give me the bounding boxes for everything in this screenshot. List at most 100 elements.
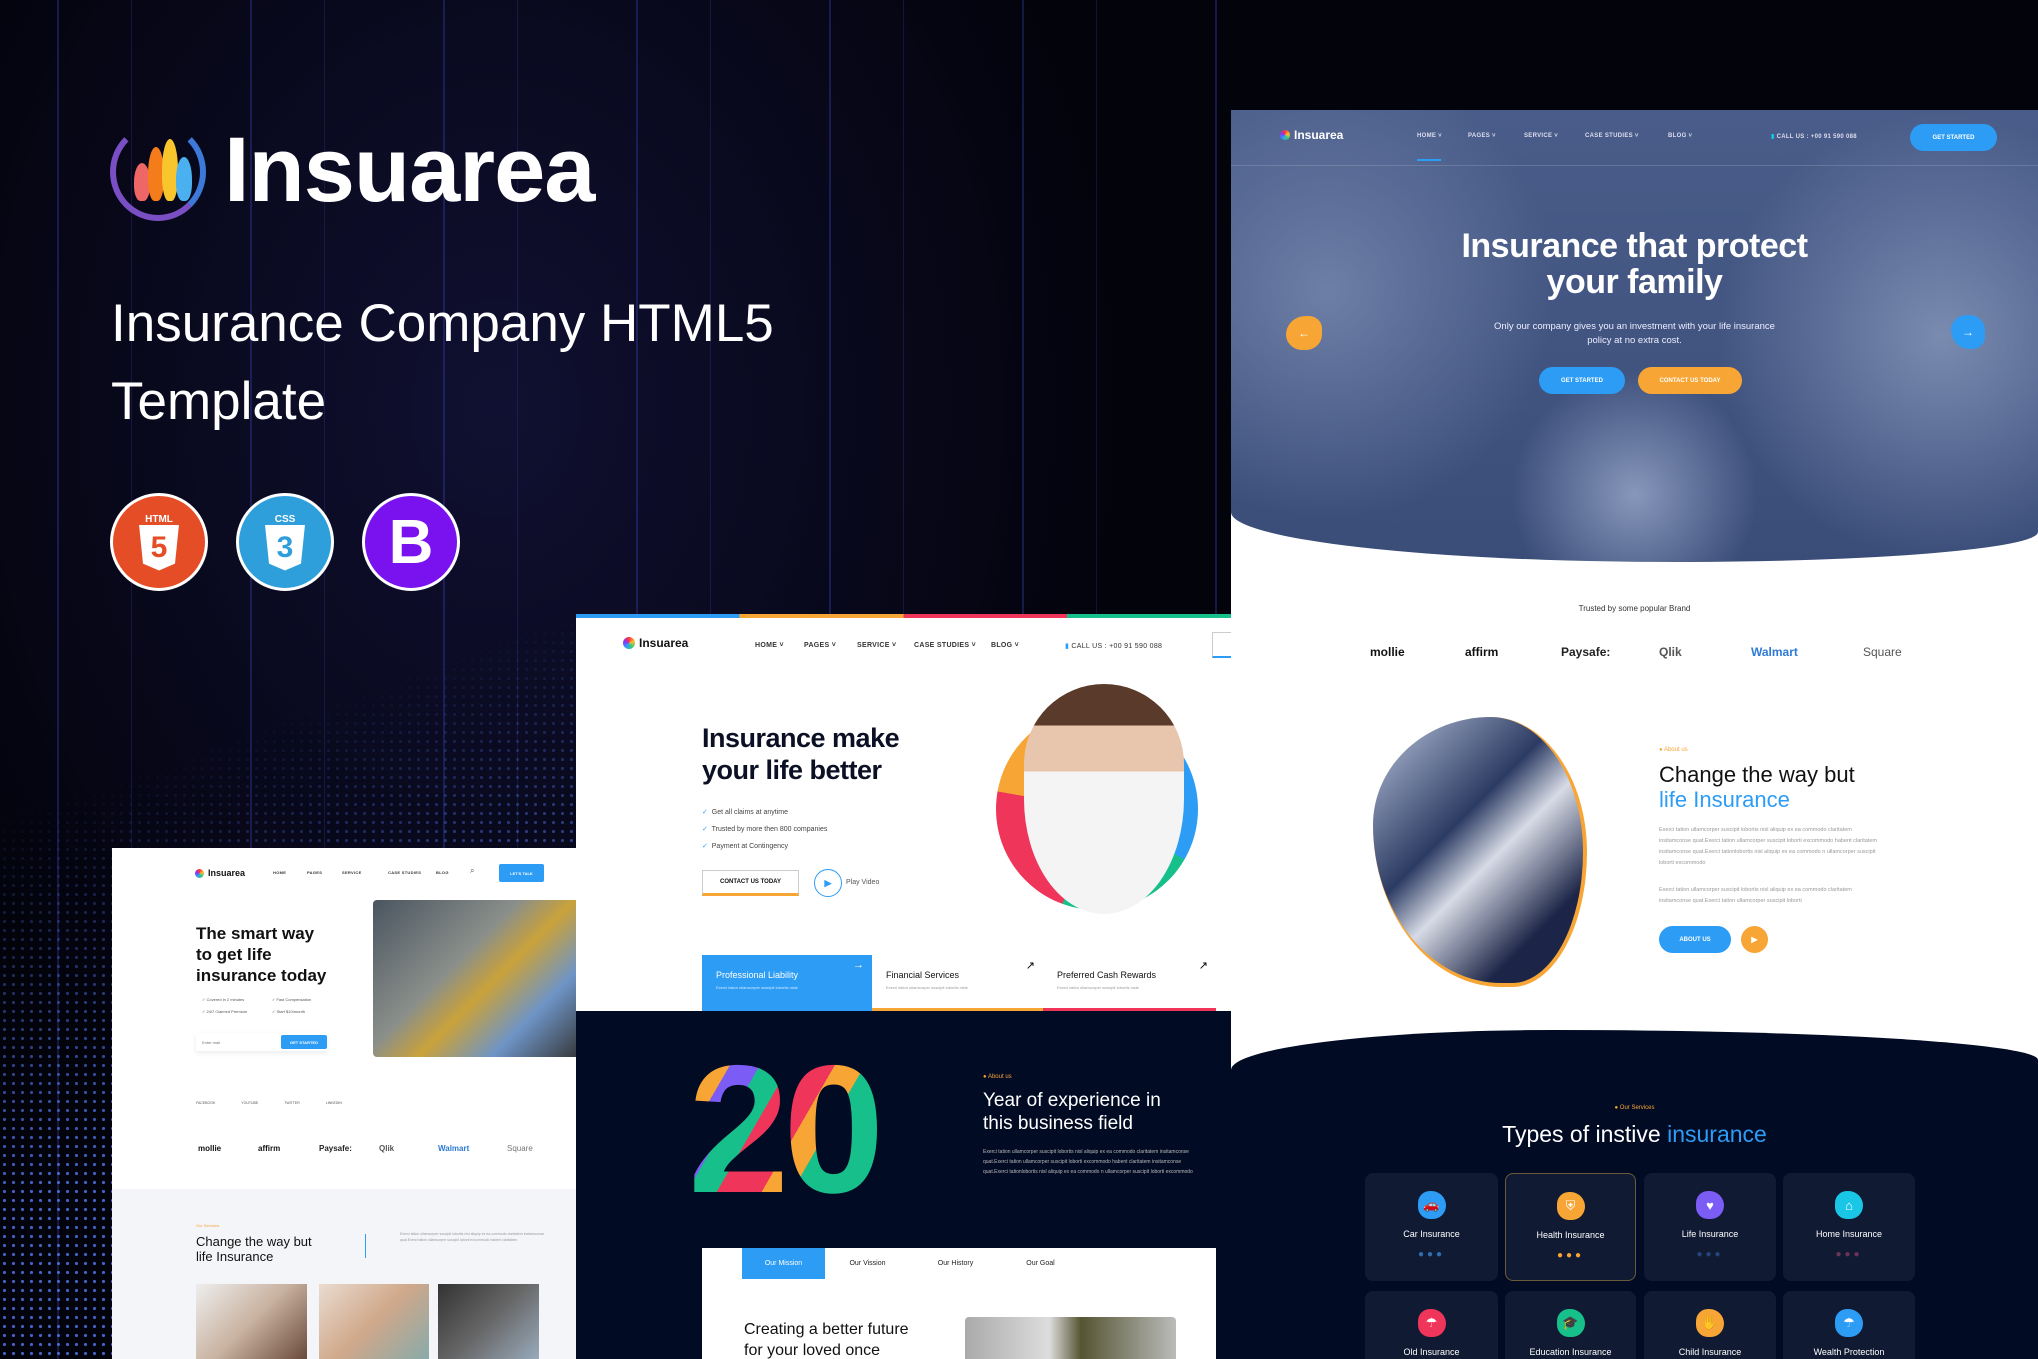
brand-square: Square bbox=[1863, 645, 1902, 659]
service-photo bbox=[319, 1284, 429, 1359]
logo[interactable]: Insuarea bbox=[623, 636, 688, 650]
html5-icon: HTML 5 bbox=[110, 493, 208, 591]
nav-pages[interactable]: PAGES ˅ bbox=[804, 642, 836, 649]
services-label: Our Services bbox=[196, 1223, 220, 1228]
experience-title: Year of experience in this business field bbox=[983, 1090, 1161, 1134]
play-icon[interactable]: ▶ bbox=[1741, 926, 1768, 953]
twitter-link[interactable]: TWITTER bbox=[284, 1101, 300, 1105]
service-card-active[interactable]: ⛨ Health Insurance ●●● bbox=[1505, 1173, 1636, 1281]
arrow-right-icon: → bbox=[853, 959, 864, 971]
nav-home[interactable]: HOME ˅ bbox=[755, 642, 784, 649]
youtube-link[interactable]: YOUTUBE bbox=[241, 1101, 258, 1105]
search-icon[interactable]: ⌕ bbox=[470, 866, 474, 876]
get-started-button[interactable]: GET STARTED bbox=[1539, 367, 1625, 394]
service-card[interactable]: 🎓 Education Insurance bbox=[1505, 1291, 1636, 1359]
nav-service[interactable]: SERVICE ˅ bbox=[857, 642, 896, 649]
experience-text: Exerci tation ullamcorper suscipit lobor… bbox=[983, 1149, 1193, 1175]
service-card[interactable]: ☂ Old Insurance bbox=[1365, 1291, 1498, 1359]
tagline: Insurance Company HTML5 Template bbox=[111, 294, 774, 431]
about-label: ● About us bbox=[983, 1074, 1012, 1080]
play-video-label[interactable]: Play Video bbox=[846, 879, 879, 886]
arrow-up-right-icon: ↗ bbox=[1025, 960, 1035, 972]
umbrella-icon: ☂ bbox=[1417, 1309, 1446, 1337]
tab-our-mission[interactable]: Our Mission bbox=[742, 1248, 825, 1279]
css3-icon: CSS 3 bbox=[236, 493, 334, 591]
hero-title: The smart way to get life insurance today bbox=[196, 924, 327, 985]
logo[interactable]: Insuarea bbox=[1280, 128, 1343, 142]
nav-pages[interactable]: PAGES ˅ bbox=[1468, 133, 1496, 139]
brand-name: Insuarea bbox=[224, 119, 595, 221]
slider-prev-arrow-icon[interactable]: ← bbox=[1286, 316, 1322, 350]
home-icon: ⌂ bbox=[1835, 1191, 1863, 1219]
contact-us-button[interactable]: CONTACT US TODAY bbox=[702, 870, 799, 896]
nav-service[interactable]: SERVICE bbox=[342, 870, 362, 875]
about-text: Exerci tation ullamcorper suscipit lobor… bbox=[1659, 827, 1877, 866]
about-text: Exerci tation ullamcorper suscipit lobor… bbox=[1659, 887, 1852, 904]
about-label: ● About us bbox=[1659, 747, 1688, 753]
nav-blog[interactable]: BLOG ˅ bbox=[991, 642, 1019, 649]
bullet: ✓ 24/7 Claimed Premium bbox=[202, 1009, 248, 1014]
brand-walmart: Walmart bbox=[1751, 645, 1798, 659]
nav-blog[interactable]: BLOG ˅ bbox=[1668, 133, 1692, 139]
nav-case-studies[interactable]: CASE STUDIES bbox=[388, 870, 421, 875]
service-card[interactable]: ♥ Life Insurance ●●● bbox=[1644, 1173, 1776, 1281]
hero-title: Insurance make your life better bbox=[702, 723, 900, 785]
brand-logo-icon bbox=[110, 123, 206, 221]
phone-icon: ▮ bbox=[1065, 643, 1070, 650]
about-us-button[interactable]: ABOUT US bbox=[1659, 926, 1731, 953]
service-card[interactable]: ⌂ Home Insurance ●●● bbox=[1783, 1173, 1915, 1281]
color-bar bbox=[576, 614, 1231, 618]
contact-us-button[interactable]: CONTACT US TODAY bbox=[1638, 367, 1742, 394]
divider bbox=[365, 1234, 366, 1258]
slider-next-arrow-icon[interactable]: → bbox=[1951, 315, 1985, 349]
tab-our-history[interactable]: Our History bbox=[914, 1248, 997, 1279]
heart-icon: ♥ bbox=[1696, 1191, 1724, 1219]
brand-walmart: Walmart bbox=[438, 1144, 470, 1153]
hero-title: Insurance that protect your family bbox=[1461, 227, 1808, 301]
nav-service[interactable]: SERVICE ˅ bbox=[1524, 133, 1558, 139]
call-us[interactable]: ▮ CALL US : +00 91 590 088 bbox=[1771, 133, 1857, 140]
service-card[interactable]: ✋ Child Insurance bbox=[1644, 1291, 1776, 1359]
bullet: ✓ Trusted by more then 800 companies bbox=[702, 826, 828, 833]
feature-card-active[interactable]: Professional Liability Exerci tation ulla… bbox=[702, 955, 872, 1011]
brand-mollie: mollie bbox=[198, 1144, 222, 1153]
bullet: ✓ Start $10/month bbox=[272, 1009, 305, 1014]
preview-home-1: Insuarea HOME ˅ PAGES ˅ SERVICE ˅ CASE S… bbox=[1231, 110, 2038, 1359]
trusted-label: Trusted by some popular Brand bbox=[1578, 604, 1691, 613]
bootstrap-icon: B bbox=[362, 493, 460, 591]
hero-bullets: ✓ Get all claims at anytime ✓ Trusted by… bbox=[702, 804, 827, 855]
feature-card[interactable]: Financial Services Exerci tation ullamcor… bbox=[872, 955, 1043, 1011]
play-video-icon[interactable]: ▶ bbox=[814, 869, 842, 897]
service-card[interactable]: 🚗 Car Insurance ●●● bbox=[1365, 1173, 1498, 1281]
nav-case-studies[interactable]: CASE STUDIES ˅ bbox=[914, 642, 976, 649]
nav-home[interactable]: HOME bbox=[273, 870, 286, 875]
nav-blog[interactable]: BLOG bbox=[436, 870, 449, 875]
feature-card[interactable]: Preferred Cash Rewards Exerci tation ulla… bbox=[1043, 955, 1216, 1011]
service-card[interactable]: ☂ Wealth Protection bbox=[1783, 1291, 1915, 1359]
bullet: ✓ Payment at Contingency bbox=[702, 843, 789, 850]
brand-paysafe: Paysafe: bbox=[319, 1144, 352, 1153]
get-started-button[interactable]: GET STARTED bbox=[281, 1035, 327, 1049]
call-us[interactable]: ▮ CALL US : +00 91 590 088 bbox=[1065, 642, 1162, 650]
nav-home[interactable]: HOME ˅ bbox=[1417, 133, 1442, 161]
lets-talk-button[interactable]: LET'S TALK bbox=[499, 864, 544, 882]
hands-icon: ✋ bbox=[1696, 1309, 1724, 1337]
brand-affirm: affirm bbox=[258, 1144, 281, 1153]
preview-home-3: Insuarea HOME PAGES SERVICE CASE STUDIES… bbox=[112, 848, 576, 1359]
nav-pages[interactable]: PAGES bbox=[307, 870, 322, 875]
hero-subtitle: Only our company gives you an investment… bbox=[1494, 321, 1775, 346]
preview-home-2: Insuarea HOME ˅ PAGES ˅ SERVICE ˅ CASE S… bbox=[576, 614, 1231, 1359]
get-started-nav-button[interactable]: GET STARTED bbox=[1910, 124, 1997, 151]
tab-our-vission[interactable]: Our Vission bbox=[826, 1248, 909, 1279]
brand-affirm: affirm bbox=[1465, 645, 1499, 659]
tab-our-goal[interactable]: Our Goal bbox=[999, 1248, 1082, 1279]
bullet: ✓ Get all claims at anytime bbox=[702, 809, 789, 816]
logo[interactable]: Insuarea bbox=[195, 868, 245, 878]
arrow-up-right-icon: ↗ bbox=[1198, 960, 1208, 972]
brand-qlik: Qlik bbox=[1659, 645, 1682, 659]
facebook-link[interactable]: FACEBOOK bbox=[196, 1101, 215, 1105]
get-started-button[interactable] bbox=[1212, 632, 1231, 658]
linkedin-link[interactable]: LINKEDIN bbox=[326, 1101, 342, 1105]
bullet: ✓ Covered in 2 minutes bbox=[202, 997, 245, 1002]
nav-case-studies[interactable]: CASE STUDIES ˅ bbox=[1585, 133, 1639, 139]
